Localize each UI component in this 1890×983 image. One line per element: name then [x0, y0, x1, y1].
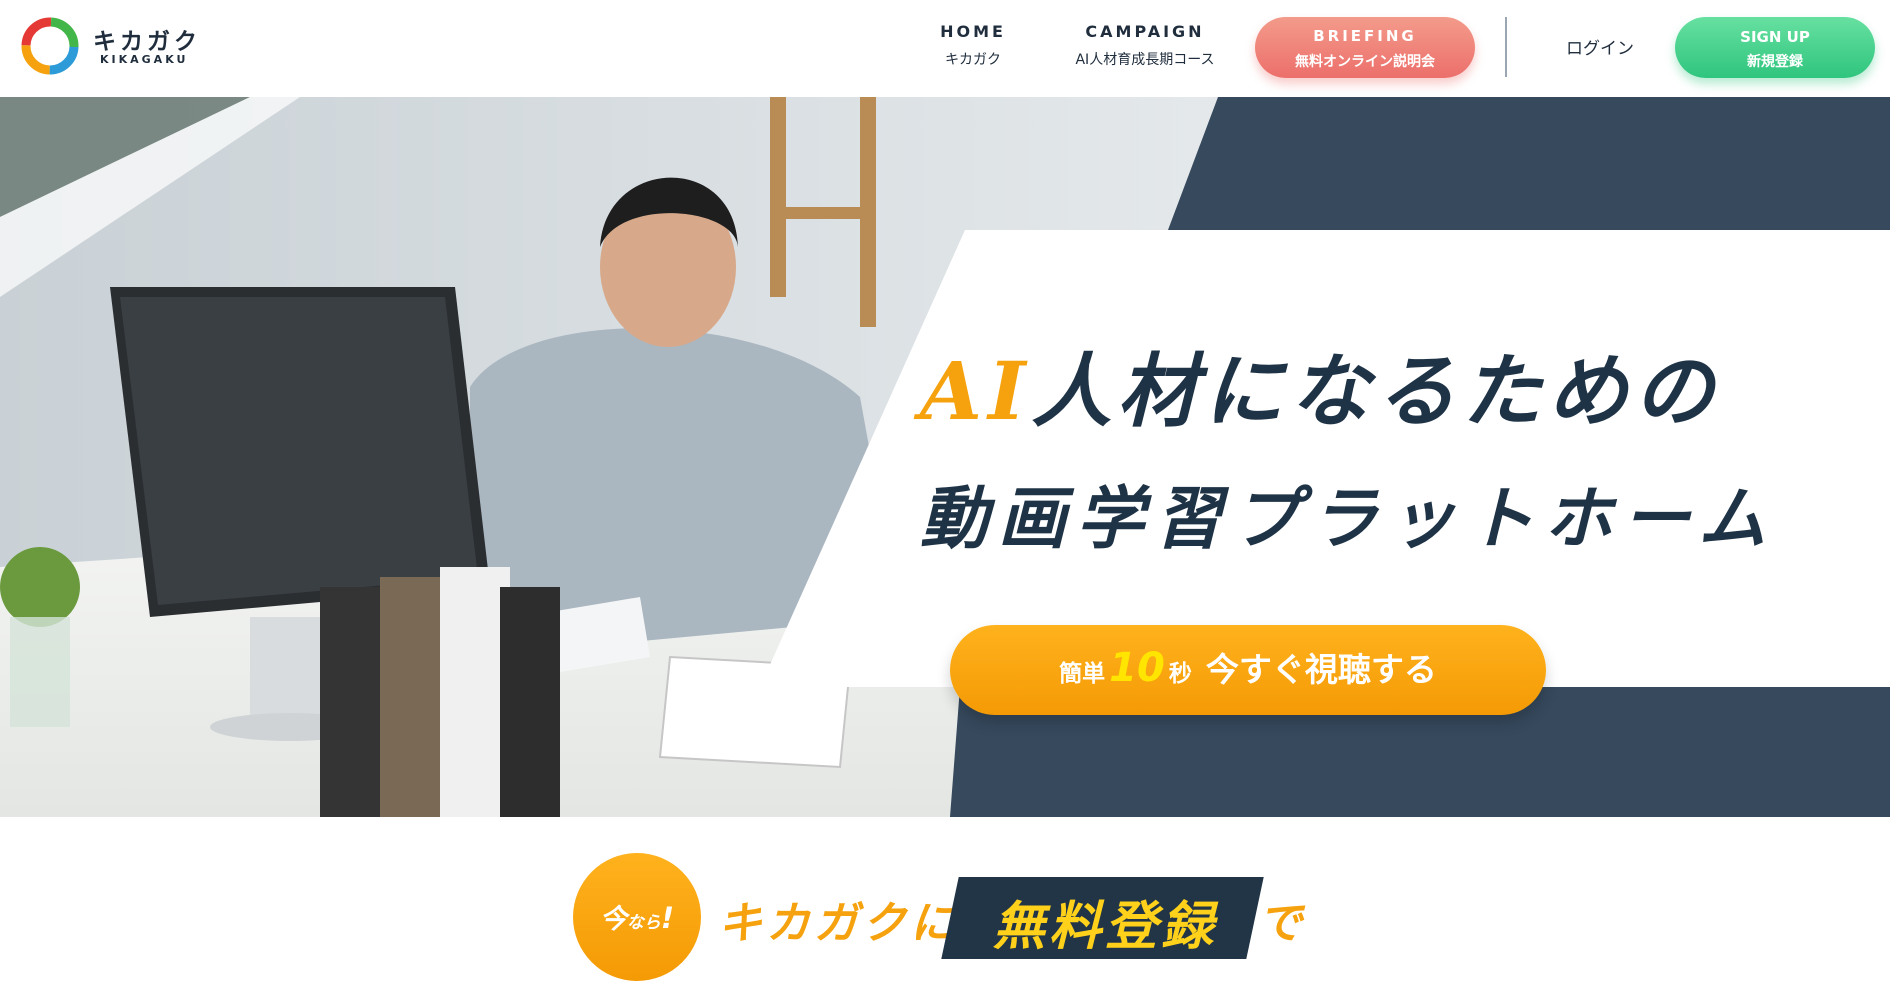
now-badge: 今なら!: [573, 853, 701, 981]
header-divider: [1505, 17, 1507, 77]
signup-button-jp: 新規登録: [1747, 54, 1803, 70]
site-header: キカガク KIKAGAKU HOME キカガク CAMPAIGN AI人材育成長…: [0, 0, 1890, 97]
nav-home[interactable]: HOME キカガク: [930, 22, 1016, 69]
hero-headline: AI人材になるための 動画学習プラットホーム: [920, 327, 1820, 562]
cta-unit: 秒: [1168, 661, 1192, 687]
cta-prefix: 簡単: [1059, 661, 1106, 687]
cta-number: 10: [1109, 645, 1165, 691]
headline-ai: AI: [920, 344, 1032, 438]
nav-home-en: HOME: [940, 22, 1006, 41]
login-link[interactable]: ログイン: [1553, 34, 1647, 59]
nav-home-jp: キカガク: [945, 52, 1001, 68]
headline-line-2: 動画学習プラットホーム: [920, 479, 1776, 559]
briefing-button-en: BRIEFING: [1313, 27, 1417, 45]
briefing-button[interactable]: BRIEFING 無料オンライン説明会: [1255, 17, 1475, 78]
banner-highlight-text: 無料登録: [992, 897, 1217, 957]
badge-exclaim: !: [660, 901, 675, 935]
banner-tail-text: で: [1258, 898, 1302, 949]
badge-nara: なら: [626, 913, 661, 933]
badge-now: 今: [599, 904, 627, 935]
nav-campaign[interactable]: CAMPAIGN AI人材育成長期コース: [1065, 22, 1225, 69]
badge-label: 今なら!: [573, 897, 701, 936]
nav-campaign-jp: AI人材育成長期コース: [1075, 52, 1215, 68]
free-signup-banner: 今なら! キカガクに 無料登録 で: [0, 817, 1890, 983]
watch-now-button[interactable]: 簡単 10 秒今すぐ視聴する: [950, 625, 1546, 715]
cta-text: 今すぐ視聴する: [1205, 650, 1437, 689]
signup-button-en: SIGN UP: [1740, 28, 1810, 46]
nav-campaign-en: CAMPAIGN: [1085, 22, 1205, 41]
headline-rest: 人材になるための: [1031, 344, 1720, 438]
banner-lead-text: キカガクに: [718, 898, 958, 949]
signup-button[interactable]: SIGN UP 新規登録: [1675, 17, 1875, 78]
logo[interactable]: キカガク KIKAGAKU: [20, 16, 240, 78]
briefing-button-jp: 無料オンライン説明会: [1295, 54, 1435, 70]
cta-label: 簡単 10 秒今すぐ視聴する: [950, 643, 1546, 691]
logo-subtitle: KIKAGAKU: [100, 53, 189, 66]
logo-name: キカガク: [93, 29, 201, 55]
hero-section: AI人材になるための 動画学習プラットホーム 簡単 10 秒今すぐ視聴する: [0, 97, 1890, 817]
kikagaku-logo-icon: [21, 17, 79, 75]
headline-line-1: AI人材になるための: [920, 327, 1820, 443]
